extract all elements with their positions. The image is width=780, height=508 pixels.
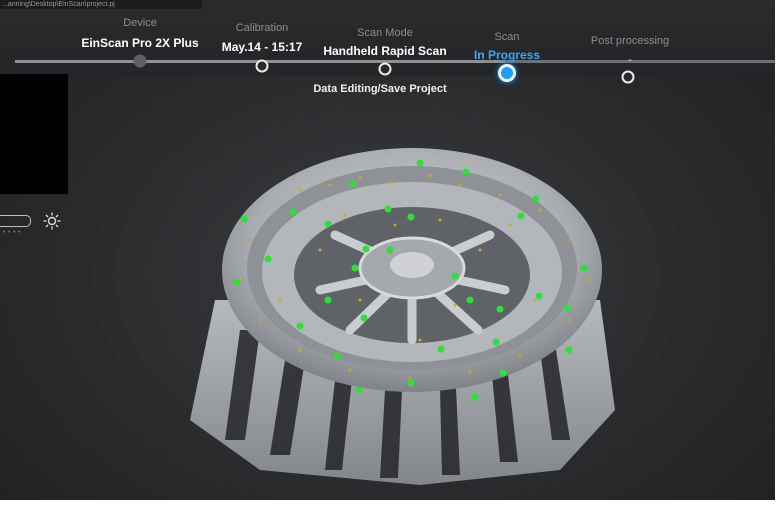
scan-3d-viewport[interactable] bbox=[0, 0, 775, 500]
scanned-tire-model bbox=[190, 148, 615, 485]
rim-hub-center bbox=[390, 252, 434, 278]
scan-application-window: ...anning\Desktop\EinScan\project.pj Dev… bbox=[0, 0, 775, 500]
